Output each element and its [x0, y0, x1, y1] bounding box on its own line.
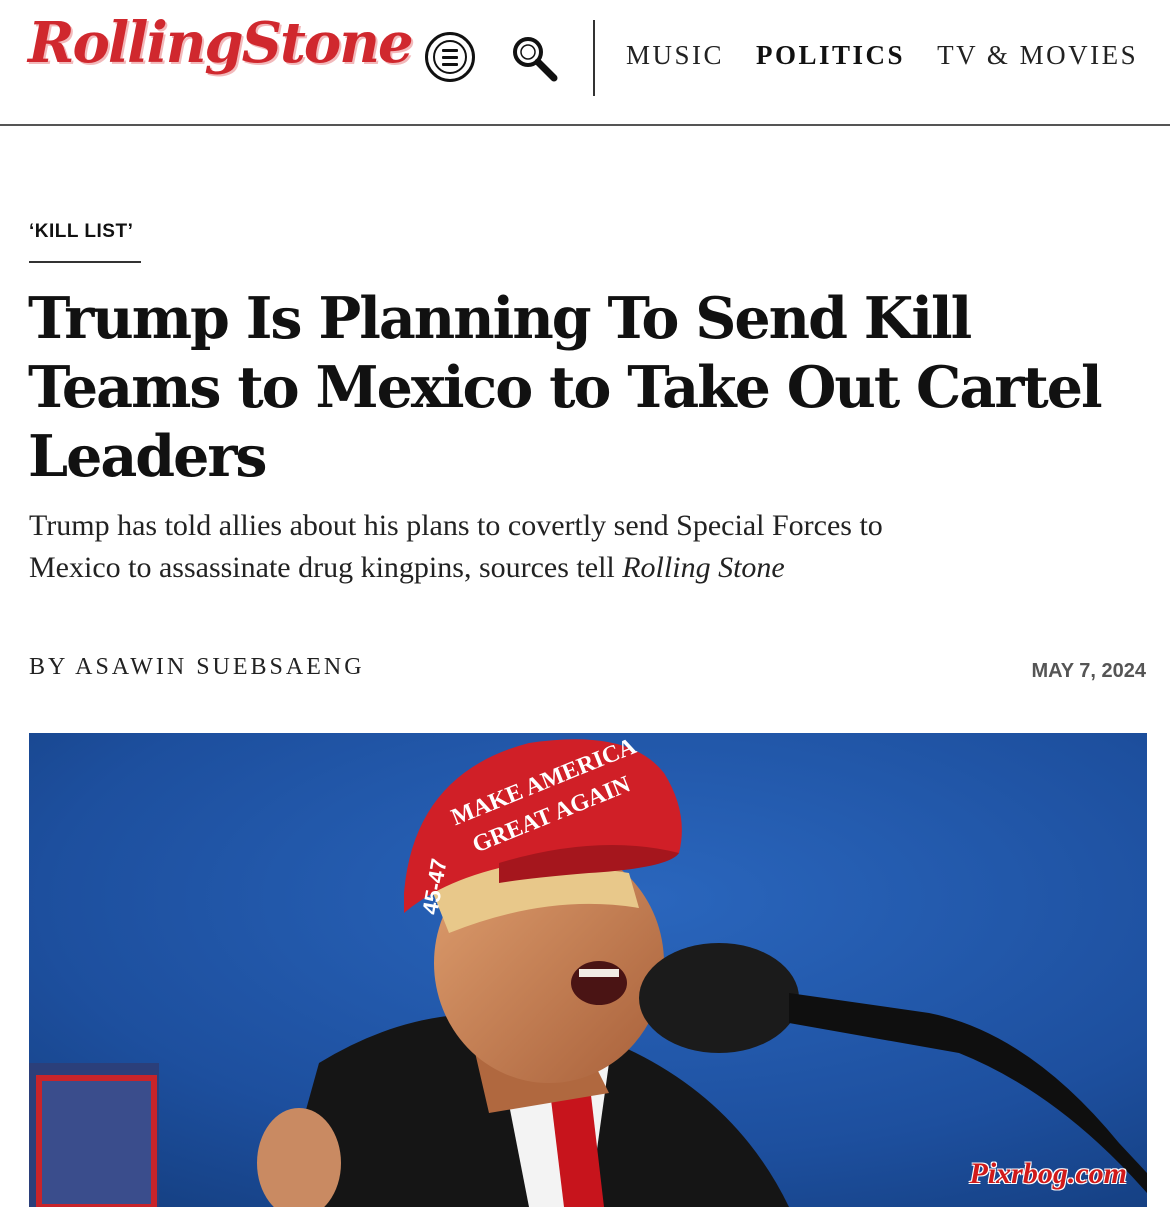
search-icon — [513, 37, 558, 82]
microphone — [639, 943, 799, 1053]
hero-image: MAKE AMERICA GREAT AGAIN 45-47 Pixrbog.c… — [29, 733, 1147, 1207]
watermark: Pixrbog.com — [969, 1157, 1128, 1190]
nav-politics[interactable]: POLITICS — [756, 40, 905, 71]
nav-tv-movies[interactable]: TV & MOVIES — [937, 40, 1138, 71]
article-headline: Trump Is Planning To Send Kill Teams to … — [28, 285, 1103, 490]
header-divider — [593, 20, 595, 96]
article-dek: Trump has told allies about his plans to… — [29, 505, 929, 589]
article-byline[interactable]: BY ASAWIN SUEBSAENG — [29, 654, 365, 681]
article-date: MAY 7, 2024 — [1031, 660, 1146, 682]
search-button[interactable] — [508, 32, 560, 84]
dek-publication: Rolling Stone — [622, 551, 785, 584]
article-kicker[interactable]: ‘KILL LIST’ — [29, 221, 133, 243]
site-header: RollingStone MUSIC POLITICS TV & MOVIES — [0, 0, 1170, 126]
rolling-stone-logo[interactable]: RollingStone — [28, 10, 414, 76]
menu-icon — [433, 40, 467, 74]
kicker-underline — [29, 261, 141, 263]
hero-photo-illustration: MAKE AMERICA GREAT AGAIN 45-47 — [29, 733, 1147, 1207]
main-nav: MUSIC POLITICS TV & MOVIES — [626, 40, 1138, 71]
menu-button[interactable] — [425, 32, 475, 82]
nav-music[interactable]: MUSIC — [626, 40, 724, 71]
open-mouth — [571, 961, 627, 1005]
